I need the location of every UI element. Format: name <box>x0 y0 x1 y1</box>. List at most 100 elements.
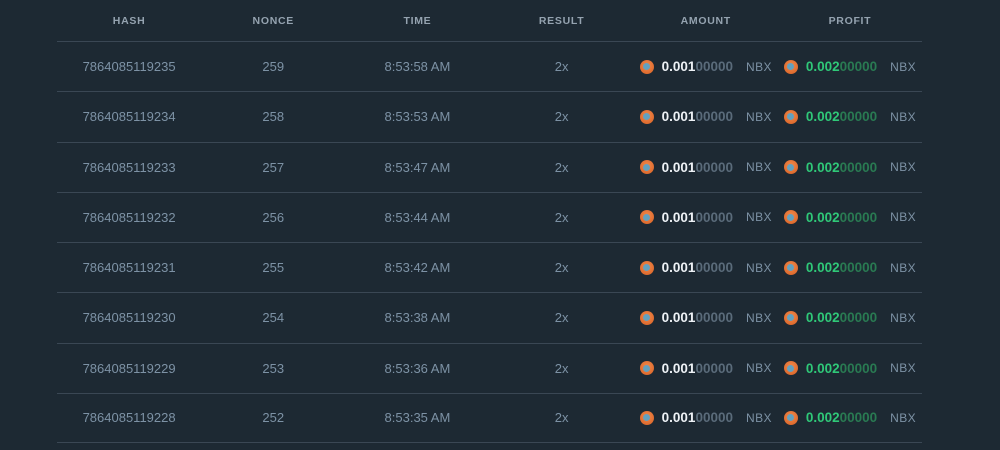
amount-currency-label: NBX <box>746 210 772 225</box>
nonce-cell: 255 <box>262 260 285 276</box>
amount-value: 0.00100000 <box>661 159 733 175</box>
amount-cell: 0.00100000 NBX <box>634 310 778 325</box>
time-cell: 8:53:44 AM <box>384 209 451 225</box>
table-row[interactable]: 7864085119232 256 8:53:44 AM 2x 0.001000… <box>57 191 922 242</box>
column-header-profit: PROFIT <box>828 14 872 27</box>
coin-center-dot <box>643 414 651 422</box>
time-cell: 8:53:42 AM <box>384 260 451 276</box>
amount-cell: 0.00100000 NBX <box>634 59 778 74</box>
profit-cell: 0.00200000 NBX <box>778 160 922 175</box>
amount-currency-label: NBX <box>746 310 772 325</box>
table-row[interactable]: 7864085119233 257 8:53:47 AM 2x 0.001000… <box>57 141 922 192</box>
coin-center-dot <box>787 213 795 221</box>
column-header-time: TIME <box>403 14 432 27</box>
coin-center-dot <box>787 163 795 171</box>
table-body: 7864085119235 259 8:53:58 AM 2x 0.001000… <box>57 41 922 443</box>
amount-cell: 0.00100000 NBX <box>634 160 778 175</box>
coin-center-dot <box>787 63 795 71</box>
profit-currency-label: NBX <box>890 410 917 425</box>
amount-value: 0.00100000 <box>661 360 733 376</box>
result-cell: 2x <box>554 360 569 376</box>
hash-cell: 7864085119230 <box>82 310 176 326</box>
coin-icon <box>639 59 654 74</box>
time-cell: 8:53:35 AM <box>384 410 451 426</box>
coin-icon <box>639 410 654 425</box>
hash-cell: 7864085119231 <box>82 260 176 276</box>
nonce-cell: 256 <box>262 209 285 225</box>
hash-cell: 7864085119233 <box>82 159 176 175</box>
profit-currency-label: NBX <box>890 210 917 225</box>
amount-cell: 0.00100000 NBX <box>634 109 778 124</box>
hash-cell: 7864085119228 <box>82 410 176 426</box>
profit-cell: 0.00200000 NBX <box>778 59 922 74</box>
coin-center-dot <box>643 213 651 221</box>
coin-icon <box>639 210 654 225</box>
result-cell: 2x <box>554 59 569 75</box>
amount-value: 0.00100000 <box>661 310 733 326</box>
time-cell: 8:53:53 AM <box>384 109 451 125</box>
profit-cell: 0.00200000 NBX <box>778 410 922 425</box>
amount-cell: 0.00100000 NBX <box>634 410 778 425</box>
column-header-nonce: NONCE <box>252 14 294 27</box>
amount-value: 0.00100000 <box>661 260 733 276</box>
profit-cell: 0.00200000 NBX <box>778 361 922 376</box>
coin-center-dot <box>787 414 795 422</box>
profit-value: 0.00200000 <box>805 360 878 376</box>
time-cell: 8:53:58 AM <box>384 59 451 75</box>
coin-icon <box>639 260 654 275</box>
profit-currency-label: NBX <box>890 109 917 124</box>
amount-cell: 0.00100000 NBX <box>634 210 778 225</box>
profit-currency-label: NBX <box>890 160 917 175</box>
coin-center-dot <box>643 63 651 71</box>
profit-value: 0.00200000 <box>805 209 878 225</box>
table-row[interactable]: 7864085119229 253 8:53:36 AM 2x 0.001000… <box>57 342 922 393</box>
result-cell: 2x <box>554 260 569 276</box>
hash-cell: 7864085119232 <box>82 209 176 225</box>
nonce-cell: 258 <box>262 109 285 125</box>
coin-icon <box>639 109 654 124</box>
coin-center-dot <box>643 264 651 272</box>
amount-value: 0.00100000 <box>661 109 733 125</box>
coin-center-dot <box>787 364 795 372</box>
table-row[interactable]: 7864085119234 258 8:53:53 AM 2x 0.001000… <box>57 91 922 141</box>
amount-value: 0.00100000 <box>661 410 733 426</box>
table-row[interactable]: 7864085119231 255 8:53:42 AM 2x 0.001000… <box>57 242 922 292</box>
result-cell: 2x <box>554 159 569 175</box>
amount-cell: 0.00100000 NBX <box>634 361 778 376</box>
coin-icon <box>783 260 798 275</box>
result-cell: 2x <box>554 109 569 125</box>
column-header-result: RESULT <box>538 14 585 27</box>
column-header-hash: HASH <box>112 14 146 27</box>
column-header-amount: AMOUNT <box>680 14 731 27</box>
amount-cell: 0.00100000 NBX <box>634 260 778 275</box>
coin-icon <box>639 310 654 325</box>
coin-center-dot <box>643 364 651 372</box>
profit-cell: 0.00200000 NBX <box>778 260 922 275</box>
amount-currency-label: NBX <box>746 59 772 74</box>
nonce-cell: 253 <box>262 360 285 376</box>
table-row[interactable]: 7864085119235 259 8:53:58 AM 2x 0.001000… <box>57 41 922 91</box>
result-cell: 2x <box>554 410 569 426</box>
time-cell: 8:53:38 AM <box>384 310 451 326</box>
nonce-cell: 257 <box>262 159 285 175</box>
profit-currency-label: NBX <box>890 260 917 275</box>
profit-cell: 0.00200000 NBX <box>778 109 922 124</box>
nonce-cell: 254 <box>262 310 285 326</box>
table-row[interactable]: 7864085119228 252 8:53:35 AM 2x 0.001000… <box>57 392 922 443</box>
amount-value: 0.00100000 <box>661 59 733 75</box>
amount-currency-label: NBX <box>746 410 772 425</box>
nonce-cell: 259 <box>262 59 285 75</box>
table-row[interactable]: 7864085119230 254 8:53:38 AM 2x 0.001000… <box>57 292 922 342</box>
coin-center-dot <box>787 264 795 272</box>
coin-center-dot <box>787 113 795 121</box>
amount-currency-label: NBX <box>746 160 772 175</box>
coin-center-dot <box>643 314 651 322</box>
bet-history-table: HASH NONCE TIME RESULT AMOUNT PROFIT 786… <box>57 0 922 443</box>
coin-center-dot <box>643 113 651 121</box>
hash-cell: 7864085119229 <box>82 360 176 376</box>
amount-currency-label: NBX <box>746 361 772 376</box>
result-cell: 2x <box>554 310 569 326</box>
profit-cell: 0.00200000 NBX <box>778 310 922 325</box>
profit-cell: 0.00200000 NBX <box>778 210 922 225</box>
coin-center-dot <box>787 314 795 322</box>
